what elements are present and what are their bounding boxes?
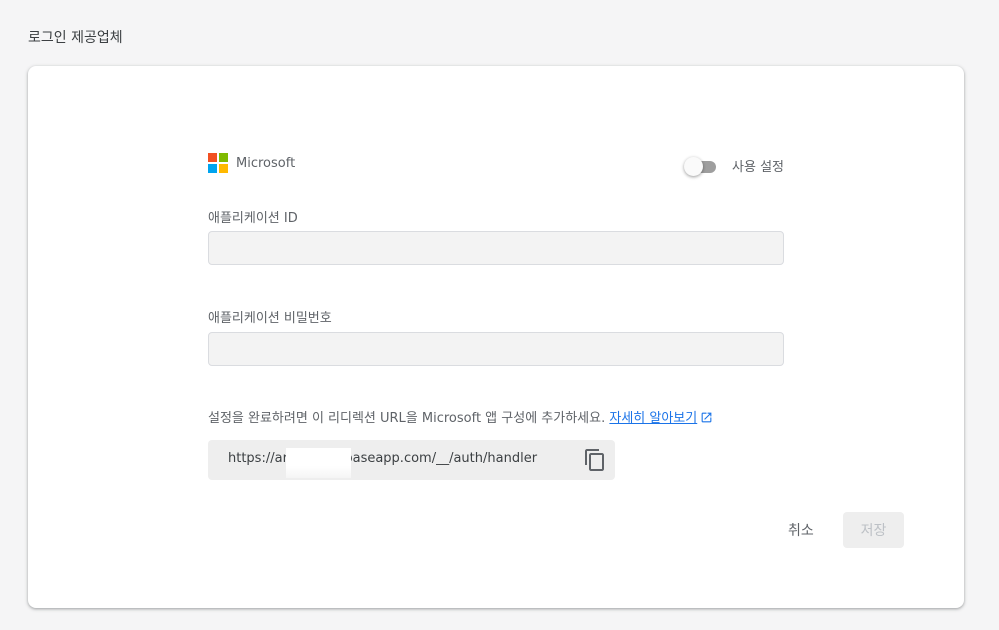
provider-name: Microsoft (236, 156, 296, 171)
toggle-thumb (684, 157, 703, 176)
microsoft-logo-icon (208, 153, 228, 173)
app-id-input[interactable] (208, 231, 784, 265)
redirect-url-box: https://aris 92.firebaseapp.com/__/auth/… (208, 440, 615, 480)
redirect-instruction: 설정을 완료하려면 이 리디렉션 URL을 Microsoft 앱 구성에 추가… (208, 407, 713, 426)
cancel-button[interactable]: 취소 (780, 512, 822, 548)
section-title: 로그인 제공업체 (28, 30, 123, 46)
open-in-new-icon (701, 412, 712, 423)
enable-toggle[interactable] (684, 156, 720, 176)
instruction-text: 설정을 완료하려면 이 리디렉션 URL을 Microsoft 앱 구성에 추가… (208, 411, 606, 426)
enable-toggle-label: 사용 설정 (732, 160, 784, 175)
app-secret-input[interactable] (208, 332, 784, 366)
learn-more-link[interactable]: 자세히 알아보기 (609, 411, 713, 426)
copy-icon[interactable] (583, 448, 607, 472)
save-button[interactable]: 저장 (843, 512, 904, 548)
provider-config-card: Microsoft 사용 설정 애플리케이션 ID 애플리케이션 비밀번호 설정… (28, 66, 964, 608)
provider-header: Microsoft 사용 설정 (208, 153, 784, 176)
redirect-url: https://aris 92.firebaseapp.com/__/auth/… (228, 451, 538, 466)
app-secret-label: 애플리케이션 비밀번호 (208, 311, 332, 326)
redacted-region (286, 448, 351, 478)
learn-more-label: 자세히 알아보기 (609, 411, 698, 426)
app-id-label: 애플리케이션 ID (208, 211, 298, 226)
